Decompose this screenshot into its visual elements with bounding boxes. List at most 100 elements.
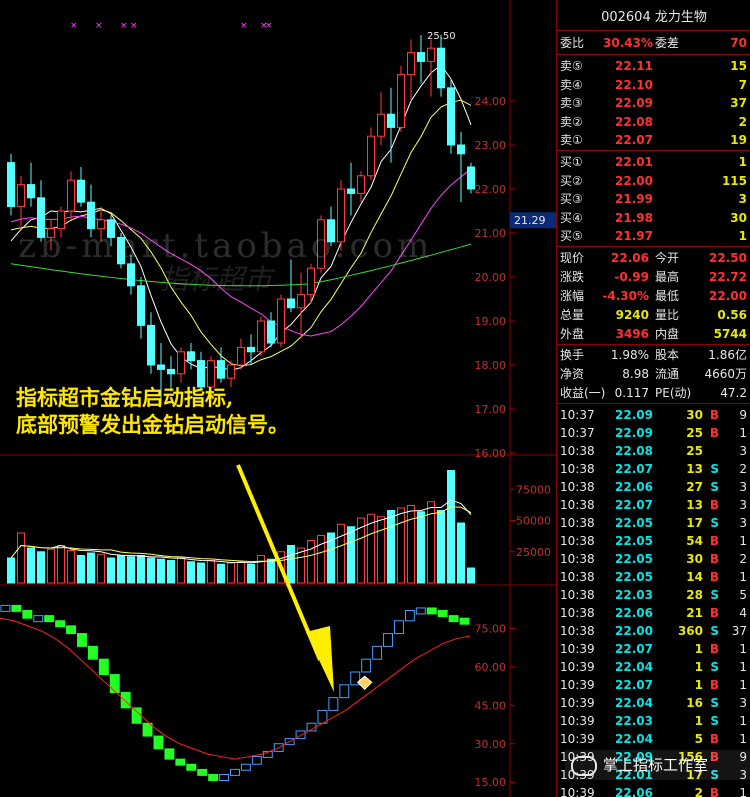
stat-value: 22.00	[709, 289, 747, 303]
tick-row[interactable]: 10:38 22.05 17 S 3	[557, 514, 750, 532]
tick-count: 1	[739, 786, 747, 797]
tick-price: 22.09	[615, 426, 653, 440]
indicator-block	[437, 610, 448, 617]
stat-label: 最高	[655, 270, 680, 284]
extra-value: 8.98	[622, 367, 649, 381]
volume-bar	[467, 567, 475, 584]
tick-side: B	[709, 678, 719, 692]
indicator-block	[459, 617, 470, 625]
candle	[447, 79, 455, 154]
tick-time: 10:37	[560, 426, 595, 440]
extra-label: PE(动)	[655, 386, 692, 400]
extra-value: 0.117	[614, 386, 649, 400]
indicator-block	[87, 645, 98, 660]
tick-row[interactable]: 10:39 22.07 1 B 1	[557, 640, 750, 658]
volume-tick-label: 75000	[516, 483, 551, 496]
volume-bar	[387, 510, 395, 584]
indicator-tick-label: 45.00	[475, 699, 507, 712]
tick-row[interactable]: 10:38 22.06 27 S 3	[557, 478, 750, 496]
candle	[137, 277, 145, 339]
bid-price: 21.98	[615, 210, 653, 225]
candle-body	[167, 368, 175, 375]
tick-row[interactable]: 10:38 22.08 25 3	[557, 442, 750, 460]
volume-bar	[397, 507, 405, 584]
stat-label: 涨幅	[560, 289, 585, 303]
tick-row[interactable]: 10:37 22.09 25 B 1	[557, 424, 750, 442]
tick-time: 10:38	[560, 516, 595, 530]
tick-row[interactable]: 10:38 22.06 21 B 4	[557, 604, 750, 622]
tick-price: 22.08	[615, 444, 653, 458]
volume-bar	[7, 557, 15, 584]
annotation-text: 指标超市金钻启动指标, 底部预警发出金钻启动信号。	[16, 384, 289, 438]
stock-name: 龙力生物	[654, 10, 707, 25]
indicator-block	[186, 763, 197, 771]
tick-time: 10:39	[560, 732, 595, 746]
candle	[7, 153, 15, 216]
ask-volume: 37	[730, 96, 747, 110]
tick-row[interactable]: 10:38 22.07 13 S 2	[557, 460, 750, 478]
candle	[67, 171, 75, 220]
indicator-block	[0, 604, 11, 612]
candle-body	[77, 179, 85, 203]
tick-row[interactable]: 10:38 22.05 54 B 1	[557, 532, 750, 550]
tick-row[interactable]: 10:37 22.09 30 B 9	[557, 406, 750, 424]
price-tick-label: 20.00	[475, 271, 507, 284]
candle	[297, 272, 305, 339]
watermark-sub: 指标超市	[160, 263, 273, 296]
tick-price: 22.00	[615, 624, 653, 638]
stat-label: 量比	[655, 308, 680, 322]
indicator-block	[175, 758, 186, 766]
tick-row[interactable]: 10:38 22.05 30 B 2	[557, 550, 750, 568]
bid-label: 买①	[560, 155, 583, 169]
volume-bar	[17, 532, 25, 584]
tick-row[interactable]: 10:39 22.07 1 B 1	[557, 676, 750, 694]
tick-count: 3	[739, 696, 747, 710]
annotation-line2: 底部预警发出金钻启动信号。	[16, 412, 289, 437]
stat-label: 现价	[560, 251, 585, 265]
candle-body	[127, 263, 135, 287]
weibi-label: 委比	[560, 36, 585, 50]
price-tick-label: 22.00	[475, 183, 507, 196]
candle-body	[247, 346, 255, 353]
tick-row[interactable]: 10:38 22.05 14 B 1	[557, 568, 750, 586]
indicator-block	[339, 684, 350, 699]
tick-row[interactable]: 10:38 22.00 360 S 37	[557, 622, 750, 640]
tick-row[interactable]: 10:38 22.03 28 S 5	[557, 586, 750, 604]
tick-volume: 1	[694, 678, 703, 692]
volume-bar	[407, 505, 415, 584]
tick-count: 3	[739, 480, 747, 494]
tick-volume: 27	[686, 480, 703, 494]
tick-price: 22.05	[615, 516, 653, 530]
tick-count: 37	[731, 624, 747, 638]
stat-row: 现价 22.06 今开 22.50	[557, 249, 750, 267]
tick-row[interactable]: 10:39 22.03 1 S 1	[557, 712, 750, 730]
candle-body	[267, 320, 275, 344]
candle-body	[237, 346, 245, 366]
divider	[557, 403, 750, 404]
candle-body	[377, 113, 385, 137]
tick-row[interactable]: 10:39 22.04 1 S 1	[557, 658, 750, 676]
volume-tick-label: 25000	[516, 546, 551, 559]
tick-volume: 25	[686, 426, 703, 440]
tick-row[interactable]: 10:39 22.04 16 S 3	[557, 694, 750, 712]
tick-count: 4	[739, 606, 747, 620]
tick-row[interactable]: 10:39 22.06 2 B 1	[557, 784, 750, 797]
bid-row: 买④ 21.98 30	[557, 209, 750, 227]
volume-bar	[117, 555, 125, 584]
tick-row[interactable]: 10:38 22.07 13 B 3	[557, 496, 750, 514]
bid-price: 22.01	[615, 155, 653, 169]
tick-row[interactable]: 10:39 22.04 5 B 1	[557, 730, 750, 748]
divider	[557, 54, 750, 55]
candle	[267, 312, 275, 348]
candle-body	[397, 74, 405, 128]
tick-side: B	[709, 408, 719, 422]
tick-time: 10:39	[560, 696, 595, 710]
ask-label: 卖③	[560, 96, 583, 110]
candle-body	[227, 364, 235, 379]
volume-bar	[447, 470, 455, 584]
candle-body	[217, 360, 225, 379]
candle	[387, 87, 395, 163]
indicator-block	[230, 768, 240, 776]
tick-volume: 5	[694, 732, 703, 746]
extra-row: 换手 1.98% 股本 1.86亿	[557, 346, 750, 364]
